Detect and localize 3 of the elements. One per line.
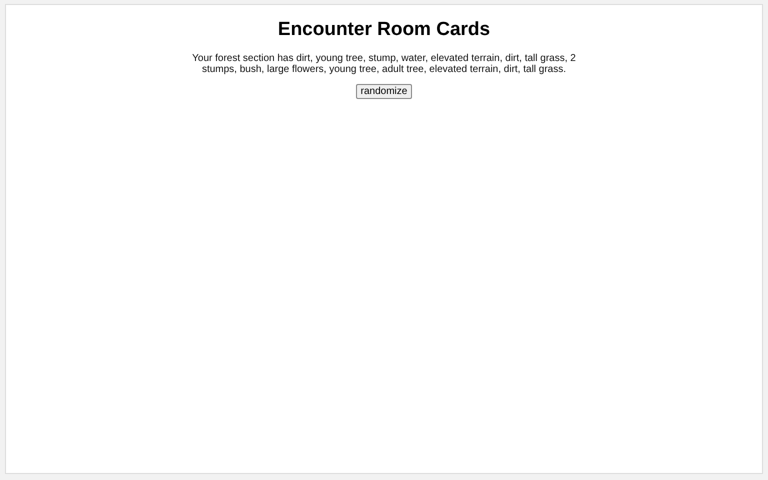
page-title: Encounter Room Cards [278,19,490,41]
description-text: Your forest section has dirt, young tree, stump, water, elevated terrain, dirt, tall grass, 2 stumps, bush, large flowers, young tree, adult tree, elevated terrain, dirt, tall grass. [191,53,577,75]
randomize-button[interactable]: randomize [356,84,412,99]
